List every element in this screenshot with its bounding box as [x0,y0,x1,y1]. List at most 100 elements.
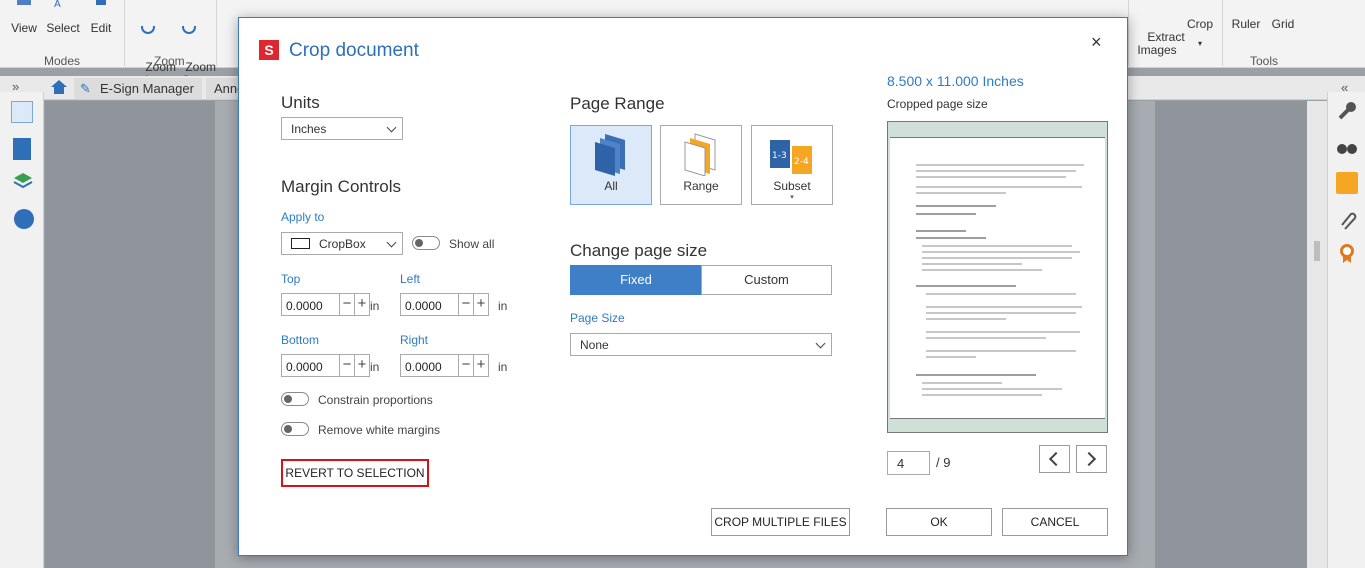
cancel-button[interactable]: CANCEL [1002,508,1108,536]
edit-button[interactable]: Edit [86,0,116,35]
top-decrement-button[interactable]: − [339,294,354,315]
right-decrement-button[interactable]: − [458,355,473,376]
crop-multiple-files-button[interactable]: CROP MULTIPLE FILES [711,508,850,536]
apply-to-label: Apply to [281,210,325,224]
top-increment-button[interactable]: + [354,294,369,315]
show-all-toggle[interactable] [412,236,440,250]
tab-esign-manager[interactable]: ✎ E-Sign Manager [74,78,202,99]
units-select[interactable]: Inches [281,117,403,140]
page-subset-icon: 1-3 2-4 [770,140,812,174]
wrench-icon[interactable] [1336,100,1358,122]
range-range-button[interactable]: Range [660,125,742,205]
svg-text:2-4: 2-4 [794,157,809,167]
next-page-button[interactable] [1076,445,1107,473]
close-button[interactable]: × [1091,32,1102,53]
right-chevrons-icon[interactable]: « [1341,80,1348,95]
constrain-proportions-toggle[interactable] [281,392,309,406]
left-increment-button[interactable]: + [473,294,488,315]
ribbon-separator [1222,0,1223,66]
margin-controls-heading: Margin Controls [281,177,401,196]
range-subset-label: Subset [773,179,811,193]
home-icon[interactable] [50,79,68,95]
zoom-out-icon [182,26,196,34]
page-size-select[interactable]: None [570,333,832,356]
fixed-size-button[interactable]: Fixed [570,265,702,295]
change-page-size-heading: Change page size [570,241,708,260]
page-dimensions: 8.500 x 11.000 Inches [887,73,1024,89]
left-decrement-button[interactable]: − [458,294,473,315]
grid-button[interactable]: Grid [1268,18,1298,31]
select-button[interactable]: A Select [46,0,80,35]
custom-size-button[interactable]: Custom [701,265,832,295]
ribbon-separator [1128,0,1129,66]
show-all-label: Show all [449,237,495,251]
select-text-icon: A [54,0,61,10]
total-pages-label: / 9 [936,455,951,470]
modes-group-label: Modes [44,54,81,68]
left-margin-value[interactable]: 0.0000 [405,299,442,313]
left-margin-stepper[interactable]: 0.0000 − + [400,293,489,316]
select-button-label: Select [46,21,80,35]
app-logo-icon: S [259,40,279,60]
constrain-proportions-label: Constrain proportions [318,393,433,407]
tab-esign-label: E-Sign Manager [100,81,194,96]
chevron-down-icon [386,122,397,133]
page-size-value: None [580,338,609,352]
crop-dropdown-icon: ▾ [1197,39,1202,48]
ok-button[interactable]: OK [886,508,992,536]
ruler-label: Ruler [1231,17,1261,31]
globe-link-icon[interactable] [14,209,34,229]
preview-page [890,137,1105,419]
comment-icon[interactable] [1336,172,1358,194]
crop-preview[interactable] [887,121,1108,433]
crop-document-dialog: S Crop document × Units Inches Margin Co… [238,17,1128,556]
bottom-unit-label: in [370,360,380,374]
bottom-decrement-button[interactable]: − [339,355,354,376]
units-heading: Units [281,93,320,112]
range-subset-button[interactable]: 1-3 2-4 Subset ▾ [751,125,833,205]
top-margin-value[interactable]: 0.0000 [286,299,323,313]
page-range-heading: Page Range [570,94,665,113]
zoom-group-label: Zoom [154,54,185,68]
remove-white-margins-toggle[interactable] [281,422,309,436]
right-unit-label: in [498,360,508,374]
thumbnails-icon[interactable] [11,101,33,123]
chevron-right-icon [1081,451,1097,467]
svg-text:A: A [54,0,61,10]
certificate-icon[interactable] [1336,242,1358,264]
bottom-margin-value[interactable]: 0.0000 [286,360,323,374]
apply-to-select[interactable]: CropBox [281,232,403,255]
top-margin-stepper[interactable]: 0.0000 − + [281,293,370,316]
view-button[interactable]: View [8,0,40,35]
left-label: Left [400,272,421,286]
binoculars-icon[interactable] [1336,135,1358,157]
cropped-page-size-label: Cropped page size [887,97,988,111]
edit-button-label: Edit [90,21,112,35]
extract-images-button[interactable]: Extract Images [1134,18,1184,70]
crop-button[interactable]: Crop ▾ [1184,18,1216,50]
bookmarks-icon[interactable] [13,138,31,160]
current-page-input[interactable]: 4 [887,451,930,475]
range-all-button[interactable]: All [570,125,652,205]
bottom-increment-button[interactable]: + [354,355,369,376]
chevron-down-icon [815,338,826,349]
scroll-thumb[interactable] [1314,241,1320,261]
previous-page-button[interactable] [1039,445,1070,473]
edit-icon [96,0,106,5]
paperclip-icon[interactable] [1336,209,1358,231]
bottom-margin-stepper[interactable]: 0.0000 − + [281,354,370,377]
units-select-value: Inches [291,122,327,136]
ruler-button[interactable]: Ruler [1228,18,1264,31]
vertical-scrollbar[interactable] [1307,101,1327,568]
page-size-label: Page Size [570,311,625,325]
dialog-title: Crop document [289,40,419,61]
subset-dropdown-icon: ▾ [790,194,794,201]
left-unit-label: in [498,299,508,313]
right-increment-button[interactable]: + [473,355,488,376]
right-margin-value[interactable]: 0.0000 [405,360,442,374]
revert-to-selection-button[interactable]: REVERT TO SELECTION [281,459,429,487]
layers-icon[interactable] [13,172,33,190]
right-margin-stepper[interactable]: 0.0000 − + [400,354,489,377]
tools-group-label: Tools [1250,54,1279,68]
remove-white-margins-label: Remove white margins [318,423,441,437]
